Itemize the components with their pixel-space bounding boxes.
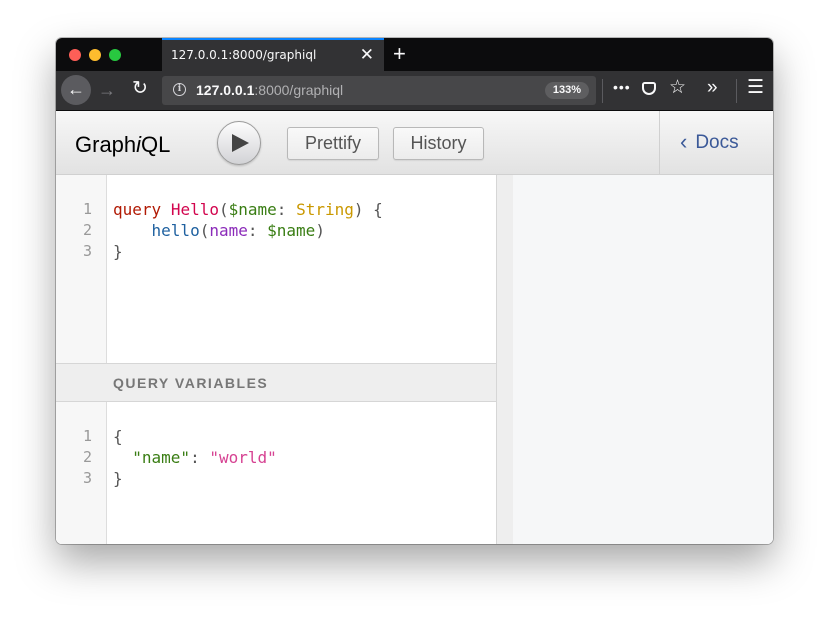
query-variables-title: QUERY VARIABLES [113, 375, 269, 391]
play-icon [232, 134, 249, 152]
line-number: 1 [82, 427, 92, 445]
toolbar-divider [736, 79, 737, 103]
more-icon[interactable]: ••• [613, 79, 631, 95]
query-variables-header[interactable]: QUERY VARIABLES [56, 363, 496, 402]
code-line: } [113, 242, 123, 261]
zoom-badge[interactable]: 133% [545, 82, 589, 99]
minimize-window-button[interactable] [89, 49, 101, 61]
forward-arrow-icon[interactable]: → [98, 79, 116, 101]
browser-window: 127.0.0.1:8000/graphiql ✕ + ← → ↻ i 127.… [56, 38, 773, 544]
graphiql-logo: GraphiQL [75, 132, 171, 157]
pocket-icon[interactable] [642, 82, 656, 95]
info-icon[interactable]: i [173, 83, 186, 96]
prettify-button[interactable]: Prettify [287, 127, 379, 160]
line-number: 3 [82, 469, 92, 487]
graphiql-app: GraphiQL Prettify History ‹ Docs 1 query … [56, 111, 773, 544]
execute-query-button[interactable] [217, 121, 261, 165]
line-number: 3 [82, 242, 92, 260]
close-window-button[interactable] [69, 49, 81, 61]
code-line: { [113, 427, 123, 446]
code-line: } [113, 469, 123, 488]
history-button[interactable]: History [393, 127, 484, 160]
code-line: query Hello($name: String) { [113, 200, 383, 219]
pane-resize-handle[interactable] [496, 175, 513, 544]
menu-icon[interactable]: ☰ [747, 77, 764, 99]
line-number: 2 [82, 448, 92, 466]
maximize-window-button[interactable] [109, 49, 121, 61]
back-arrow-icon[interactable]: ← [61, 75, 91, 105]
reload-icon[interactable]: ↻ [132, 78, 148, 100]
chevron-left-icon: ‹ [680, 129, 688, 154]
star-icon[interactable]: ☆ [669, 77, 686, 99]
docs-button[interactable]: ‹ Docs [680, 129, 739, 154]
tab-graphiql[interactable]: 127.0.0.1:8000/graphiql ✕ [162, 38, 384, 71]
url-bar[interactable]: i 127.0.0.1:8000/graphiql 133% [162, 76, 596, 105]
tab-title: 127.0.0.1:8000/graphiql [171, 48, 317, 62]
code-line: "name": "world" [132, 448, 277, 467]
line-number: 2 [82, 221, 92, 239]
query-editor[interactable]: 1 query Hello($name: String) { 2 hello(n… [56, 175, 496, 544]
docs-bar: ‹ Docs [659, 111, 773, 175]
line-number: 1 [82, 200, 92, 218]
code-line: hello(name: $name) [151, 221, 325, 240]
navigation-bar: ← → ↻ i 127.0.0.1:8000/graphiql 133% •••… [56, 71, 773, 111]
result-pane [513, 175, 773, 544]
new-tab-icon[interactable]: + [393, 41, 406, 67]
overflow-icon[interactable]: » [707, 77, 718, 99]
tab-strip: 127.0.0.1:8000/graphiql ✕ + [56, 38, 773, 71]
toolbar-divider [602, 79, 603, 103]
url-text: 127.0.0.1:8000/graphiql [196, 82, 344, 98]
graphiql-toolbar: GraphiQL Prettify History [56, 111, 659, 175]
close-tab-icon[interactable]: ✕ [360, 45, 374, 65]
